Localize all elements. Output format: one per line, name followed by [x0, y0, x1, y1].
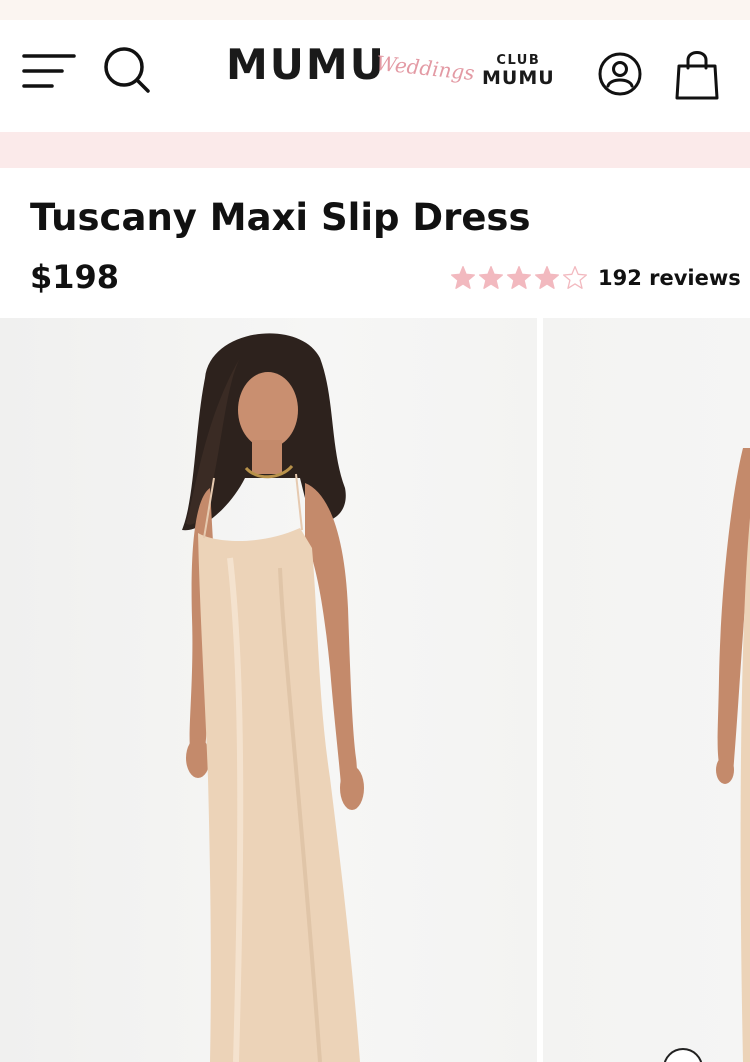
product-image-next[interactable] [543, 318, 750, 1062]
product-title: Tuscany Maxi Slip Dress [30, 196, 531, 239]
shopping-bag-icon [675, 51, 719, 100]
product-image-gallery[interactable] [0, 318, 750, 1062]
club-mumu-link[interactable]: CLUB MUMU [482, 54, 555, 88]
star-empty-icon [562, 265, 588, 289]
product-rating[interactable]: 192 reviews [450, 263, 741, 293]
product-image-main[interactable] [0, 318, 537, 1062]
club-label: CLUB [496, 53, 541, 68]
menu-button[interactable] [22, 50, 78, 94]
reviews-link[interactable]: 192 reviews [598, 266, 741, 290]
model-in-dress-photo-partial [716, 448, 750, 1062]
search-icon [104, 47, 150, 93]
site-header: MUMU Weddings CLUB MUMU [0, 20, 750, 132]
promo-bar [0, 132, 750, 168]
cart-button[interactable] [672, 48, 722, 102]
rating-stars [450, 265, 590, 291]
account-icon [598, 52, 642, 96]
top-strip [0, 0, 750, 20]
logo-wordmark: MUMU [226, 40, 386, 89]
star-filled-icon [478, 265, 504, 289]
account-button[interactable] [596, 50, 644, 98]
club-mumu-label: MUMU [482, 67, 555, 89]
logo-script: Weddings [375, 50, 476, 86]
mumu-weddings-logo[interactable]: MUMU Weddings CLUB MUMU [226, 38, 556, 108]
star-filled-icon [450, 265, 476, 289]
product-price: $198 [30, 258, 120, 296]
star-filled-icon [506, 265, 532, 289]
search-button[interactable] [100, 42, 154, 98]
star-filled-icon [534, 265, 560, 289]
hamburger-menu-icon [22, 54, 76, 88]
model-in-dress-photo [182, 333, 364, 1062]
